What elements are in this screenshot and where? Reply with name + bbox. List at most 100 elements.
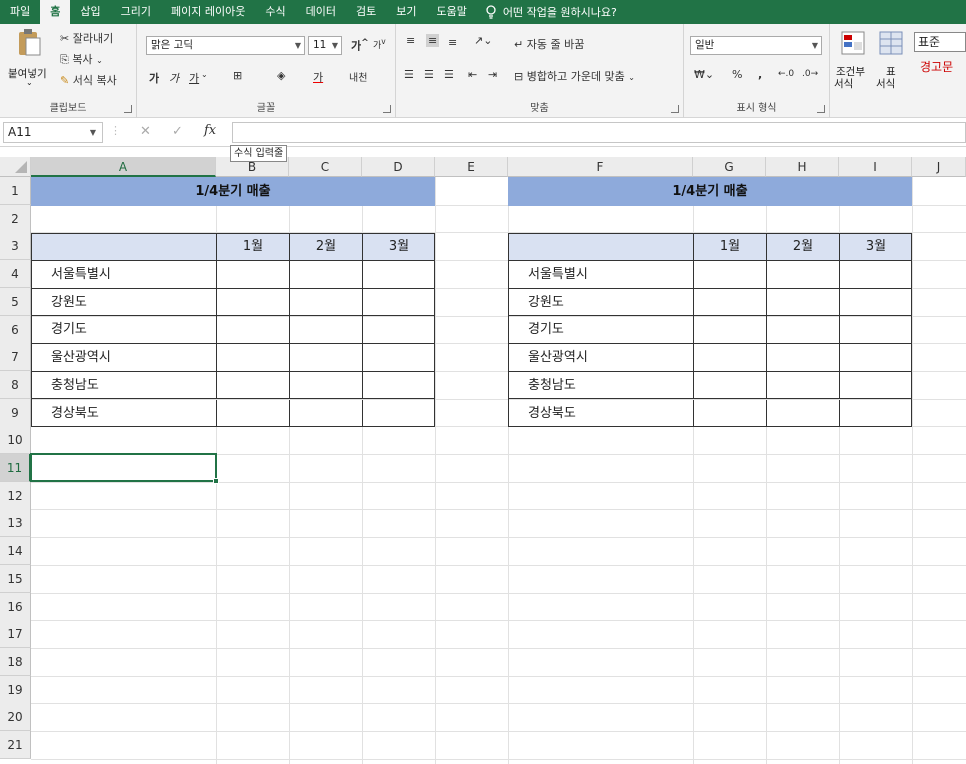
tab-insert[interactable]: 삽입	[70, 0, 110, 24]
enter-icon[interactable]: ✓	[172, 124, 183, 139]
increase-indent-icon[interactable]: ⇥	[488, 68, 497, 81]
style-normal[interactable]: 표준	[914, 32, 966, 52]
region-cell[interactable]: 서울특별시	[31, 261, 216, 289]
row-header[interactable]: 19	[0, 675, 31, 704]
value-cell[interactable]	[693, 371, 766, 400]
align-left-icon[interactable]: ☰	[404, 68, 414, 81]
tab-view[interactable]: 보기	[386, 0, 426, 24]
region-cell[interactable]: 울산광역시	[508, 344, 693, 372]
font-size-select[interactable]: 11 ▼	[308, 36, 342, 55]
region-cell[interactable]: 경기도	[31, 316, 216, 345]
value-cell[interactable]	[216, 399, 289, 428]
underline-button[interactable]: 가	[189, 70, 199, 86]
style-bad[interactable]: 경고문	[914, 58, 966, 78]
value-cell[interactable]	[766, 316, 839, 345]
row-header[interactable]: 20	[0, 703, 31, 732]
select-all-button[interactable]	[0, 157, 31, 177]
value-cell[interactable]	[766, 344, 839, 372]
grow-font-button[interactable]: 가^	[351, 37, 369, 54]
value-cell[interactable]	[362, 371, 435, 400]
row-header[interactable]: 18	[0, 647, 31, 676]
column-header[interactable]: I	[839, 157, 912, 177]
alignment-launcher-icon[interactable]	[671, 105, 679, 113]
value-cell[interactable]	[216, 344, 289, 372]
row-header[interactable]: 16	[0, 592, 31, 621]
tab-data[interactable]: 데이터	[296, 0, 346, 24]
row-header[interactable]: 4	[0, 260, 31, 289]
border-icon[interactable]: ⊞	[233, 69, 242, 82]
value-cell[interactable]	[362, 344, 435, 372]
row-header[interactable]: 12	[0, 481, 31, 510]
row-header[interactable]: 5	[0, 287, 31, 316]
tab-formulas[interactable]: 수식	[255, 0, 295, 24]
column-header[interactable]: J	[912, 157, 966, 177]
shrink-font-button[interactable]: 가v	[373, 37, 386, 51]
clipboard-launcher-icon[interactable]	[124, 105, 132, 113]
row-header[interactable]: 10	[0, 426, 31, 455]
value-cell[interactable]	[693, 288, 766, 317]
number-launcher-icon[interactable]	[817, 105, 825, 113]
value-cell[interactable]	[362, 261, 435, 289]
row-header[interactable]: 8	[0, 370, 31, 399]
column-header[interactable]: G	[693, 157, 766, 177]
region-cell[interactable]: 경기도	[508, 316, 693, 345]
font-color-icon[interactable]: 가	[313, 69, 323, 85]
value-cell[interactable]	[693, 344, 766, 372]
cut-button[interactable]: ✂ 잘라내기	[60, 30, 113, 46]
row-header[interactable]: 1	[0, 177, 31, 205]
value-cell[interactable]	[839, 261, 912, 289]
row-header[interactable]: 11	[0, 454, 31, 482]
decrease-indent-icon[interactable]: ⇤	[468, 68, 477, 81]
value-cell[interactable]	[839, 371, 912, 400]
row-header[interactable]: 13	[0, 509, 31, 538]
row-header[interactable]: 21	[0, 731, 31, 759]
region-cell[interactable]: 충청남도	[508, 372, 693, 400]
value-cell[interactable]	[289, 344, 362, 372]
italic-button[interactable]: 가	[169, 70, 179, 86]
comma-button[interactable]: ,	[758, 68, 762, 81]
row-header[interactable]: 3	[0, 232, 31, 261]
align-bottom-icon[interactable]: ≡	[448, 36, 457, 49]
value-cell[interactable]	[693, 316, 766, 345]
value-cell[interactable]	[839, 316, 912, 345]
formula-input[interactable]	[232, 122, 966, 143]
percent-button[interactable]: %	[732, 68, 742, 81]
value-cell[interactable]	[693, 261, 766, 289]
value-cell[interactable]	[289, 316, 362, 345]
column-header[interactable]: D	[362, 157, 435, 177]
value-cell[interactable]	[362, 288, 435, 317]
region-cell[interactable]: 경상북도	[508, 400, 693, 428]
format-as-table-button[interactable]: 표 서식	[874, 28, 910, 90]
value-cell[interactable]	[216, 261, 289, 289]
value-cell[interactable]	[839, 344, 912, 372]
value-cell[interactable]	[289, 261, 362, 289]
tab-review[interactable]: 검토	[346, 0, 386, 24]
region-cell[interactable]: 울산광역시	[31, 344, 216, 372]
value-cell[interactable]	[289, 399, 362, 428]
font-name-select[interactable]: 맑은 고딕 ▼	[146, 36, 305, 55]
value-cell[interactable]	[839, 288, 912, 317]
active-cell[interactable]	[30, 453, 217, 482]
worksheet-grid[interactable]: A B C D E F G H I J 1 2 3 4 5 6 7 8 9 10 11 12 13 14 1…	[0, 157, 966, 764]
orientation-icon[interactable]: ↗⌄	[474, 34, 492, 47]
tab-file[interactable]: 파일	[0, 0, 40, 24]
value-cell[interactable]	[766, 399, 839, 428]
align-center-icon[interactable]: ☰	[424, 68, 434, 81]
value-cell[interactable]	[766, 261, 839, 289]
align-right-icon[interactable]: ☰	[444, 68, 454, 81]
tab-home[interactable]: 홈	[40, 0, 71, 24]
font-launcher-icon[interactable]	[383, 105, 391, 113]
value-cell[interactable]	[216, 288, 289, 317]
name-box[interactable]: A11 ▼	[3, 122, 103, 143]
phonetic-button[interactable]: 내천	[349, 69, 367, 84]
increase-decimal-icon[interactable]: ←.0	[778, 69, 794, 79]
region-cell[interactable]: 충청남도	[31, 372, 216, 400]
insert-function-icon[interactable]: fx	[204, 123, 216, 138]
format-painter-button[interactable]: ✎ 서식 복사	[60, 72, 117, 88]
value-cell[interactable]	[693, 399, 766, 428]
row-header[interactable]: 2	[0, 204, 31, 233]
column-header[interactable]: A	[31, 157, 216, 177]
wrap-text-button[interactable]: ↵ 자동 줄 바꿈	[514, 36, 584, 52]
value-cell[interactable]	[362, 316, 435, 345]
align-middle-icon[interactable]: ≡	[426, 34, 440, 47]
